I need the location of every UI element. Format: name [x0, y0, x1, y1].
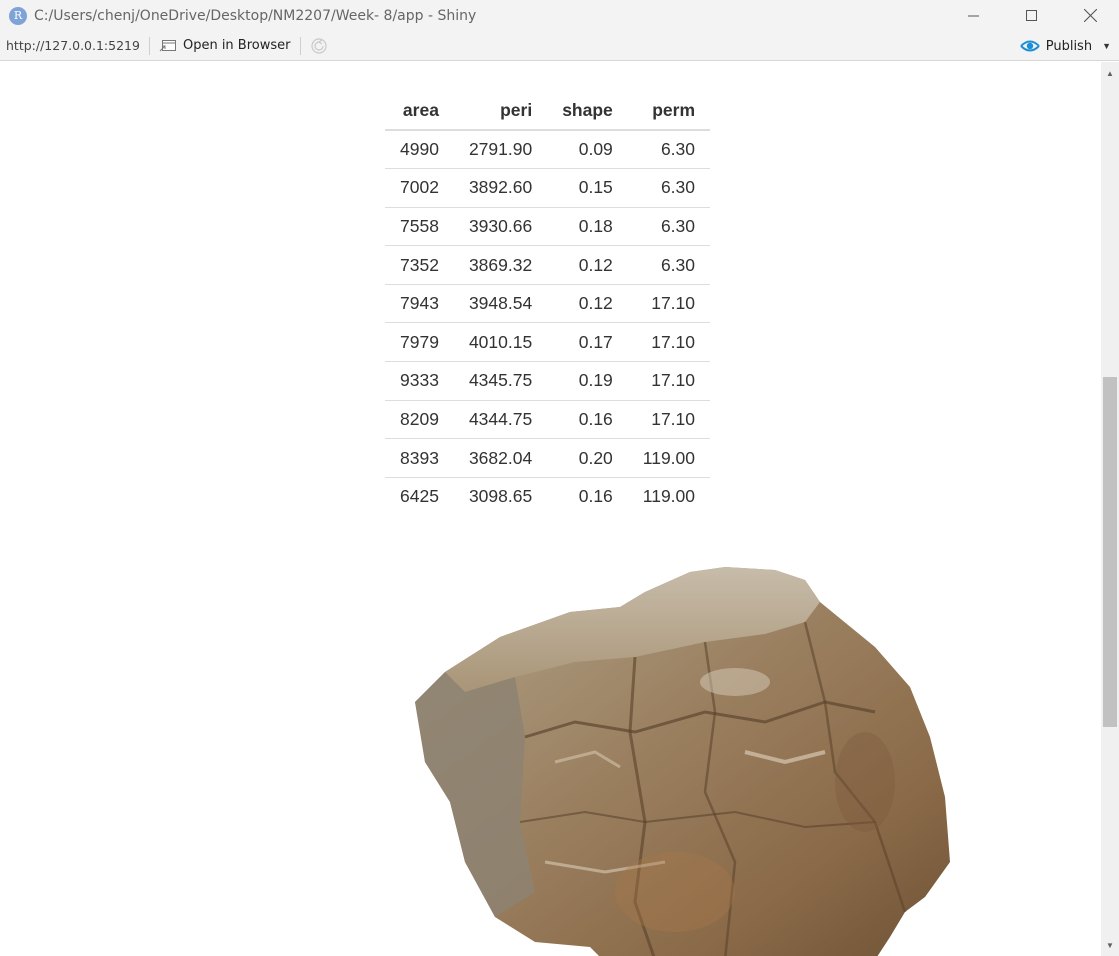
toolbar-separator — [148, 36, 150, 55]
table-cell: 3869.32 — [453, 245, 548, 285]
table-row: 7352 3869.32 0.12 6.30 — [385, 245, 711, 285]
table-cell: 7943 — [385, 284, 454, 324]
window-controls — [945, 0, 1119, 31]
table-cell: 0.19 — [547, 361, 628, 401]
table-cell: 4344.75 — [453, 400, 548, 440]
table-cell: 17.10 — [627, 284, 711, 324]
table-cell: 9333 — [385, 361, 454, 401]
table-cell: 17.10 — [627, 322, 711, 363]
column-header: perm — [627, 92, 711, 131]
table-cell: 0.09 — [547, 130, 628, 170]
table-cell: 0.16 — [578, 486, 613, 507]
maximize-button[interactable] — [1003, 0, 1061, 31]
data-table: area peri shape perm 4990 2791.90 0.09 6… — [385, 92, 711, 516]
publish-dropdown-icon[interactable]: ▼ — [1102, 41, 1111, 51]
window-title: C:/Users/chenj/OneDrive/Desktop/NM2207/W… — [34, 7, 477, 24]
table-cell: 6.30 — [627, 207, 711, 247]
table-cell: 3930.66 — [453, 207, 548, 247]
table-row: 7002 3892.60 0.15 6.30 — [385, 168, 711, 208]
table-cell: 17.10 — [627, 361, 711, 401]
table-cell: 0.17 — [547, 322, 628, 363]
maximize-icon — [1026, 9, 1037, 21]
open-in-browser-label: Open in Browser — [182, 38, 291, 53]
table-cell: 0.12 — [547, 284, 628, 324]
open-in-browser-button[interactable]: Open in Browser — [159, 38, 291, 53]
scrollbar-thumb[interactable] — [1103, 377, 1117, 727]
toolbar-separator — [299, 36, 301, 55]
table-row: 7979 4010.15 0.17 17.10 — [385, 322, 711, 363]
table-cell: 119.00 — [642, 486, 696, 507]
table-cell: 4010.15 — [453, 322, 548, 363]
table-row: 6425 3098.65 0.16 119.00 — [385, 477, 710, 516]
close-icon — [1083, 9, 1097, 22]
publish-label: Publish — [1045, 38, 1093, 54]
table-cell: 0.16 — [547, 400, 628, 440]
table-cell: 4990 — [385, 130, 454, 170]
table-cell: 17.10 — [627, 400, 711, 440]
table-cell: 3948.54 — [453, 284, 548, 324]
column-header: peri — [453, 92, 548, 131]
table-row: 9333 4345.75 0.19 17.10 — [385, 361, 711, 401]
table-cell: 7558 — [385, 207, 454, 247]
table-cell: 6425 — [400, 486, 439, 507]
table-cell: 7979 — [385, 322, 454, 363]
table-cell: 3682.04 — [453, 438, 548, 478]
table-row: 8393 3682.04 0.20 119.00 — [385, 438, 711, 478]
table-cell: 6.30 — [627, 168, 711, 208]
table-row: 7558 3930.66 0.18 6.30 — [385, 207, 711, 247]
table-header-row: area peri shape perm — [385, 92, 711, 131]
table-row: 8209 4344.75 0.16 17.10 — [385, 400, 711, 440]
table-cell: 7002 — [385, 168, 454, 208]
table-cell: 3892.60 — [453, 168, 548, 208]
scroll-down-icon[interactable]: ▼ — [1101, 937, 1119, 954]
publish-button[interactable]: Publish ▼ — [1020, 31, 1111, 61]
column-header: shape — [547, 92, 628, 131]
table-cell: 8393 — [385, 438, 454, 478]
minimize-button[interactable] — [945, 0, 1003, 31]
table-row: 7943 3948.54 0.12 17.10 — [385, 284, 711, 324]
column-header: area — [385, 92, 454, 131]
minimize-icon — [968, 15, 979, 16]
refresh-icon — [310, 37, 327, 54]
table-cell: 0.12 — [547, 245, 628, 285]
app-content: area peri shape perm 4990 2791.90 0.09 6… — [0, 62, 1101, 956]
table-cell: 0.20 — [547, 438, 628, 478]
title-bar: R C:/Users/chenj/OneDrive/Desktop/NM2207… — [0, 0, 1119, 31]
rock-image — [415, 567, 950, 956]
table-cell: 4345.75 — [453, 361, 548, 401]
close-button[interactable] — [1061, 0, 1119, 31]
publish-icon — [1020, 40, 1040, 52]
r-app-icon: R — [9, 6, 27, 25]
table-cell: 3098.65 — [468, 486, 533, 507]
table-row: 4990 2791.90 0.09 6.30 — [385, 130, 711, 170]
table-cell: 0.15 — [547, 168, 628, 208]
refresh-button[interactable] — [310, 37, 328, 55]
table-cell: 2791.90 — [453, 130, 548, 170]
scroll-up-icon[interactable]: ▲ — [1101, 65, 1119, 82]
vertical-scrollbar[interactable]: ▲ ▼ — [1101, 62, 1119, 956]
open-in-browser-icon — [159, 39, 176, 51]
table-cell: 8209 — [385, 400, 454, 440]
table-cell: 7352 — [385, 245, 454, 285]
viewer-toolbar: http://127.0.0.1:5219 Open in Browser Pu… — [0, 31, 1119, 61]
table-cell: 6.30 — [627, 245, 711, 285]
table-cell: 6.30 — [627, 130, 711, 170]
table-cell: 0.18 — [547, 207, 628, 247]
app-url: http://127.0.0.1:5219 — [6, 38, 140, 53]
table-cell: 119.00 — [627, 438, 711, 478]
